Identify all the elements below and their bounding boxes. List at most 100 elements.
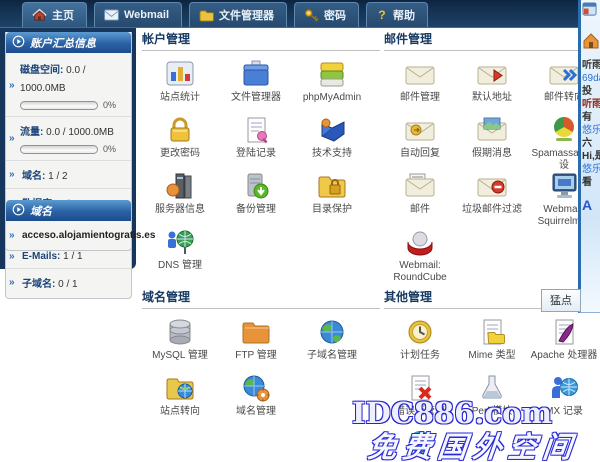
- tab-password[interactable]: 密码: [294, 2, 359, 27]
- stat-label: E-Mails:: [22, 251, 63, 262]
- launcher-item[interactable]: DNS 管理: [142, 224, 218, 280]
- account-summary-header: 账户汇总信息: [6, 32, 131, 53]
- roundcube-icon: [384, 224, 456, 258]
- stat-row: »子域名: 0 / 1: [6, 269, 131, 296]
- chat-button[interactable]: 猛点: [541, 289, 581, 312]
- launcher-item[interactable]: MySQL 管理: [142, 314, 218, 370]
- stat-value: 1 / 1: [63, 251, 82, 262]
- launcher-label: 假期消息: [456, 148, 528, 160]
- launcher-item[interactable]: FTP 管理: [218, 314, 294, 370]
- backup-icon: [218, 168, 294, 202]
- account-summary-body: »磁盘空间: 0.0 / 1000.0MB0%»流量: 0.0 / 1000.0…: [6, 53, 131, 298]
- folder-icon: [199, 9, 214, 22]
- installatron-icon: [384, 426, 456, 460]
- launcher-item[interactable]: 计划任务: [384, 314, 456, 370]
- launcher-item[interactable]: 错误页管理: [384, 370, 456, 426]
- launcher-item[interactable]: Webmail: RoundCube: [384, 224, 456, 280]
- launcher-label: 备份管理: [218, 204, 294, 216]
- envelope-icon: [384, 56, 456, 90]
- key-icon: [304, 8, 319, 22]
- launcher-item[interactable]: 目录保护: [294, 168, 370, 224]
- launcher-label: Mime 类型: [456, 350, 528, 362]
- tab-home[interactable]: 主页: [22, 2, 87, 27]
- globe-icon: [294, 314, 370, 348]
- launcher-label: FTP 管理: [218, 350, 294, 362]
- dirprotect-icon: [294, 168, 370, 202]
- stat-value: 1 / 2: [48, 171, 67, 182]
- tab-filemanager[interactable]: 文件管理器: [189, 2, 287, 27]
- launcher-item[interactable]: 域名管理: [218, 370, 294, 426]
- ftp-folder-icon: [218, 314, 294, 348]
- launcher-item[interactable]: 邮件: [384, 168, 456, 224]
- stat-label: 子域名:: [22, 279, 58, 290]
- main-column-left: 帐户管理站点统计文件管理器phpMyAdmin更改密码登陆记录技术支持服务器信息…: [142, 30, 380, 426]
- main-column-right: 邮件管理邮件管理默认地址邮件转向自动回复假期消息Spamassassin 设邮件…: [384, 30, 600, 462]
- launcher-label: 站点转向: [142, 406, 218, 418]
- section-title: 域名管理: [142, 288, 380, 309]
- launcher-label: Webmail: RoundCube: [384, 260, 456, 284]
- domains-panel: 域名 »acceso.alojamientogratis.es: [5, 200, 132, 251]
- domain-list-item[interactable]: »acceso.alojamientogratis.es: [6, 223, 131, 248]
- launcher-label: MySQL 管理: [142, 350, 218, 362]
- launcher-label: 计划任务: [384, 350, 456, 362]
- tab-help[interactable]: ?帮助: [366, 2, 428, 27]
- stats-icon: [142, 56, 218, 90]
- domains-title: 域名: [30, 203, 52, 219]
- serverinfo-icon: [142, 168, 218, 202]
- chat-fragments: 听雨69da投听雨有悠乐六Hi,是悠乐看A: [581, 59, 600, 212]
- launcher-item[interactable]: 文件管理器: [218, 56, 294, 112]
- section-grid: MySQL 管理FTP 管理子域名管理站点转向域名管理: [142, 314, 380, 426]
- launcher-item[interactable]: phpMyAdmin: [294, 56, 370, 112]
- bullet-arrow-icon: »: [9, 133, 15, 144]
- domains-header: 域名: [6, 200, 131, 221]
- launcher-item[interactable]: Perl 模块: [456, 370, 528, 426]
- launcher-item[interactable]: 邮件管理: [384, 56, 456, 112]
- tab-label: 文件管理器: [219, 7, 274, 23]
- meter-label: 流量:: [20, 127, 46, 138]
- launcher-item[interactable]: 备份管理: [218, 168, 294, 224]
- launcher-item[interactable]: 更改密码: [142, 112, 218, 168]
- circle-arrow-icon: [12, 35, 25, 51]
- meter-value: 0.0 / 1000.0MB: [46, 127, 114, 138]
- launcher-item[interactable]: 垃圾邮件过滤: [456, 168, 528, 224]
- launcher-item[interactable]: 假期消息: [456, 112, 528, 168]
- launcher-item[interactable]: Mime 类型: [456, 314, 528, 370]
- section-grid: 计划任务Mime 类型Apache 处理器错误页管理Perl 模块MX 记录 In…: [384, 314, 600, 462]
- launcher-label: 域名管理: [218, 406, 294, 418]
- launcher-item[interactable]: 技术支持: [294, 112, 370, 168]
- chat-text-fragment: 投: [581, 85, 600, 98]
- chat-text-fragment: 69da: [581, 72, 600, 85]
- launcher-item[interactable]: 子域名管理: [294, 314, 370, 370]
- launcher-label: 默认地址: [456, 92, 528, 104]
- database-icon: [142, 314, 218, 348]
- stat-row: »域名: 1 / 2: [6, 161, 131, 189]
- bullet-arrow-icon: »: [9, 169, 15, 180]
- nav-tabs: 主页 Webmail 文件管理器 密码 ?帮助: [22, 2, 428, 27]
- launcher-item[interactable]: MX 记录: [528, 370, 600, 426]
- envelope-block-icon: [456, 168, 528, 202]
- launcher-item[interactable]: 服务器信息: [142, 168, 218, 224]
- envelope-photo-icon: [456, 112, 528, 146]
- launcher-item[interactable]: 登陆记录: [218, 112, 294, 168]
- domains-body: »acceso.alojamientogratis.es: [6, 221, 131, 250]
- tab-label: 主页: [52, 7, 74, 23]
- launcher-item[interactable]: 自动回复: [384, 112, 456, 168]
- launcher-label: 站点统计: [142, 92, 218, 104]
- section-title: 邮件管理: [384, 30, 600, 51]
- chat-text-fragment: 有: [581, 111, 600, 124]
- launcher-item[interactable]: 站点统计: [142, 56, 218, 112]
- tab-webmail[interactable]: Webmail: [94, 2, 182, 27]
- launcher-item[interactable]: 站点转向: [142, 370, 218, 426]
- launcher-item[interactable]: 默认地址: [456, 56, 528, 112]
- chat-text-fragment: 听雨: [581, 59, 600, 72]
- support-icon: [294, 112, 370, 146]
- account-summary-panel: 账户汇总信息 »磁盘空间: 0.0 / 1000.0MB0%»流量: 0.0 /…: [5, 32, 132, 299]
- launcher-label: 邮件管理: [384, 92, 456, 104]
- bullet-arrow-icon: »: [9, 230, 15, 241]
- errorpage-icon: [384, 370, 456, 404]
- progress-bar: [20, 145, 98, 154]
- launcher-item[interactable]: Installatron Applications Installer: [384, 426, 456, 462]
- chat-text-fragment: 悠乐: [581, 124, 600, 137]
- launcher-item[interactable]: Apache 处理器: [528, 314, 600, 370]
- chat-window-strip[interactable]: 听雨69da投听雨有悠乐六Hi,是悠乐看A: [578, 0, 600, 313]
